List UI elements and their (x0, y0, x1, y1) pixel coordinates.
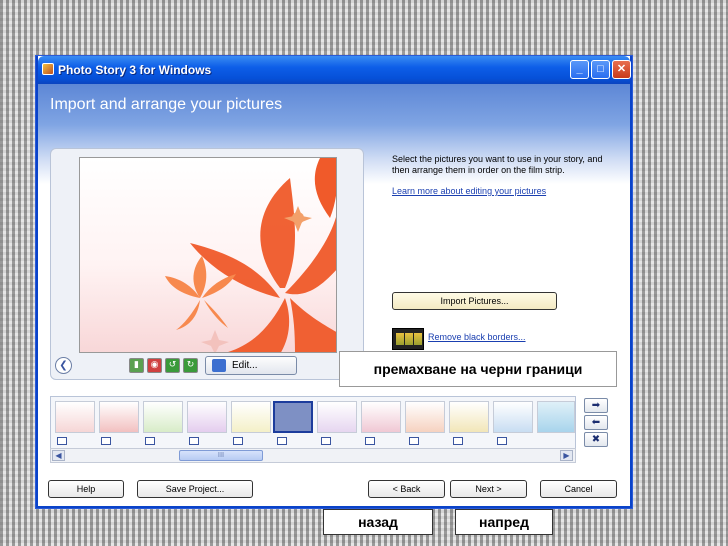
thumb-edit-icon[interactable] (497, 437, 507, 445)
film-thumbnail[interactable] (143, 401, 183, 433)
red-eye-icon[interactable]: ◉ (147, 358, 162, 373)
film-thumbnail[interactable] (361, 401, 401, 433)
window-title: Photo Story 3 for Windows (58, 63, 212, 77)
remove-borders-icon[interactable] (392, 328, 424, 350)
thumb-edit-icon[interactable] (145, 437, 155, 445)
help-button[interactable]: Help (48, 480, 124, 498)
film-thumbnail[interactable] (537, 401, 575, 433)
remove-black-borders-link[interactable]: Remove black borders... (428, 332, 526, 342)
film-thumbnail[interactable] (449, 401, 489, 433)
thumb-edit-icon[interactable] (233, 437, 243, 445)
slide-next-button[interactable]: напред (455, 509, 553, 535)
close-button[interactable]: ✕ (612, 60, 631, 79)
next-button[interactable]: Next > (450, 480, 527, 498)
instructions-text: Select the pictures you want to use in y… (392, 154, 603, 175)
preview-panel: ❮ ▮ ◉ ↺ ↻ Edit... (50, 148, 364, 380)
thumb-edit-icon[interactable] (189, 437, 199, 445)
thumb-edit-icon[interactable] (409, 437, 419, 445)
preview-toolbar: ❮ ▮ ◉ ↺ ↻ Edit... (51, 355, 363, 377)
thumb-edit-icon[interactable] (101, 437, 111, 445)
cancel-button[interactable]: Cancel (540, 480, 617, 498)
move-right-button[interactable]: ➡ (584, 398, 608, 413)
thumb-edit-icon[interactable] (277, 437, 287, 445)
thumb-edit-icon[interactable] (453, 437, 463, 445)
film-thumbnail[interactable] (231, 401, 271, 433)
thumb-edit-icon[interactable] (57, 437, 67, 445)
remove-borders-callout: премахване на черни граници (339, 351, 617, 387)
back-button[interactable]: < Back (368, 480, 445, 498)
film-thumbnail-selected[interactable] (273, 401, 313, 433)
rotate-right-icon[interactable]: ↻ (183, 358, 198, 373)
film-thumbnail[interactable] (55, 401, 95, 433)
film-strip-scrollbar[interactable]: ◀ III ▶ (50, 448, 576, 463)
slide-back-button[interactable]: назад (323, 509, 433, 535)
move-left-button[interactable]: ⬅ (584, 415, 608, 430)
lily-flower-image (165, 158, 336, 352)
scroll-left-icon[interactable]: ◀ (52, 450, 65, 461)
scroll-thumb[interactable]: III (179, 450, 263, 461)
film-strip (50, 396, 576, 452)
previous-picture-button[interactable]: ❮ (55, 357, 72, 374)
save-project-button[interactable]: Save Project... (137, 480, 253, 498)
delete-picture-button[interactable]: ✖ (584, 432, 608, 447)
preview-image (79, 157, 337, 353)
maximize-button[interactable]: □ (591, 60, 610, 79)
film-thumbnail[interactable] (405, 401, 445, 433)
edit-button-label: Edit... (232, 360, 258, 371)
thumb-edit-icon[interactable] (321, 437, 331, 445)
import-pictures-button[interactable]: Import Pictures... (392, 292, 557, 310)
photo-story-window: Photo Story 3 for Windows _ □ ✕ Import a… (36, 56, 632, 508)
app-icon (42, 63, 54, 75)
scroll-right-icon[interactable]: ▶ (560, 450, 573, 461)
pencil-icon (212, 359, 226, 372)
film-thumbnail[interactable] (493, 401, 533, 433)
film-thumbnail[interactable] (187, 401, 227, 433)
learn-more-link[interactable]: Learn more about editing your pictures (392, 186, 546, 196)
minimize-button[interactable]: _ (570, 60, 589, 79)
film-thumbnail[interactable] (317, 401, 357, 433)
title-bar[interactable]: Photo Story 3 for Windows _ □ ✕ (38, 56, 631, 84)
thumb-edit-icon[interactable] (365, 437, 375, 445)
page-title: Import and arrange your pictures (50, 96, 283, 113)
film-thumbnail[interactable] (99, 401, 139, 433)
rotate-left-icon[interactable]: ↺ (165, 358, 180, 373)
auto-correct-icon[interactable]: ▮ (129, 358, 144, 373)
edit-button[interactable]: Edit... (205, 356, 297, 375)
